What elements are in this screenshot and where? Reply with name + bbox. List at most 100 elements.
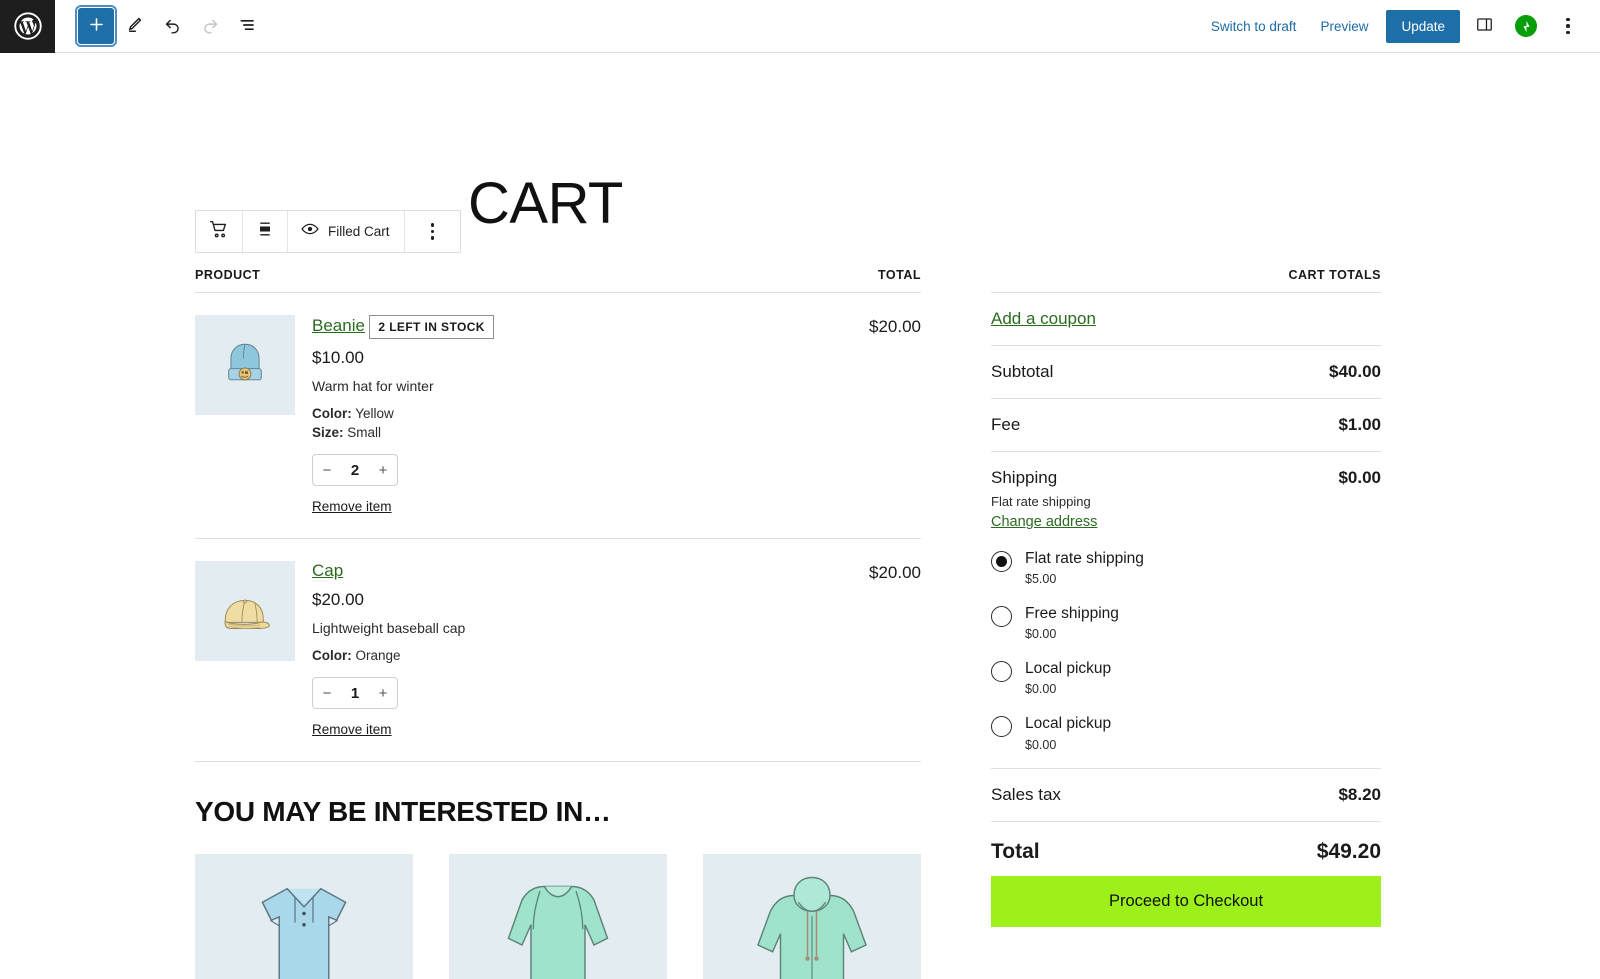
polo-shirt-thumbnail [195, 854, 413, 979]
jetpack-button[interactable] [1508, 8, 1544, 44]
table-row: Cap $20.00 Lightweight baseball cap Colo… [195, 539, 921, 762]
editor-canvas: CART [0, 53, 1600, 979]
document-overview-button[interactable] [230, 8, 266, 44]
product-description: Lightweight baseball cap [312, 620, 849, 636]
grand-total-row: Total $49.20 [991, 822, 1381, 876]
block-toolbar: Filled Cart [195, 210, 461, 253]
cross-sell-title: YOU MAY BE INTERESTED IN… [195, 796, 921, 828]
product-attribute: Color: Yellow [312, 406, 849, 421]
fee-block: Fee $1.00 [991, 399, 1381, 452]
coupon-block: Add a coupon [991, 293, 1381, 346]
proceed-to-checkout-button[interactable]: Proceed to Checkout [991, 876, 1381, 927]
attribute-value: Small [347, 425, 381, 440]
quantity-decrease-button[interactable]: − [313, 455, 341, 485]
shipping-option-cost: $0.00 [1025, 682, 1111, 696]
product-attribute: Size: Small [312, 425, 849, 440]
cart-line-items: PRODUCT TOTAL Beanie [195, 268, 921, 979]
remove-item-link[interactable]: Remove item [312, 499, 849, 514]
attribute-value: Orange [356, 648, 401, 663]
shipping-option[interactable]: Flat rate shipping $5.00 [991, 549, 1381, 586]
redo-button[interactable] [192, 8, 228, 44]
attribute-value: Yellow [355, 406, 394, 421]
shipping-option-name: Local pickup [1025, 660, 1111, 677]
shipping-radio[interactable] [991, 716, 1012, 737]
shipping-option-cost: $0.00 [1025, 627, 1119, 641]
shipping-option[interactable]: Free shipping $0.00 [991, 604, 1381, 641]
shipping-radio[interactable] [991, 551, 1012, 572]
shipping-block: Shipping $0.00 Flat rate shipping Change… [991, 452, 1381, 769]
update-button[interactable]: Update [1386, 10, 1460, 43]
pencil-icon [125, 15, 144, 37]
eye-icon [300, 219, 320, 244]
settings-sidebar-toggle[interactable] [1466, 8, 1502, 44]
attribute-label: Size: [312, 425, 344, 440]
quantity-increase-button[interactable]: + [369, 455, 397, 485]
cart-view-switcher[interactable]: Filled Cart [288, 211, 405, 252]
list-item[interactable] [195, 854, 413, 979]
beanie-thumbnail [195, 315, 295, 415]
shipping-option[interactable]: Local pickup $0.00 [991, 714, 1381, 751]
fee-value: $1.00 [1338, 415, 1381, 435]
product-name-link[interactable]: Beanie [312, 316, 365, 336]
remove-item-link[interactable]: Remove item [312, 722, 849, 737]
cart-table-header: PRODUCT TOTAL [195, 268, 921, 293]
product-unit-price: $10.00 [312, 348, 849, 368]
change-address-link[interactable]: Change address [991, 514, 1097, 530]
block-options-button[interactable] [405, 211, 461, 252]
shipping-radio[interactable] [991, 661, 1012, 682]
block-type-cart-button[interactable] [196, 211, 243, 252]
shipping-option[interactable]: Local pickup $0.00 [991, 659, 1381, 696]
jetpack-icon [1515, 15, 1537, 37]
quantity-increase-button[interactable]: + [369, 678, 397, 708]
edit-tool-button[interactable] [116, 8, 152, 44]
settings-sidebar-icon [1475, 15, 1494, 37]
line-item-total: $20.00 [849, 561, 921, 737]
total-value: $49.20 [1317, 840, 1381, 864]
undo-button[interactable] [154, 8, 190, 44]
product-unit-price: $20.00 [312, 590, 849, 610]
cart-totals-panel: CART TOTALS Add a coupon Subtotal $40.00… [991, 268, 1381, 979]
attribute-label: Color: [312, 406, 352, 421]
editor-actions-group: Switch to draft Preview Update [1199, 8, 1600, 44]
cart-block: PRODUCT TOTAL Beanie [195, 268, 1381, 979]
editor-top-bar: Switch to draft Preview Update [0, 0, 1600, 53]
attribute-label: Color: [312, 648, 352, 663]
quantity-decrease-button[interactable]: − [313, 678, 341, 708]
total-label: Total [991, 840, 1040, 864]
add-coupon-link[interactable]: Add a coupon [991, 309, 1096, 328]
hoodie-thumbnail [703, 854, 921, 979]
table-row: Beanie 2 LEFT IN STOCK $10.00 Warm hat f… [195, 293, 921, 539]
kebab-menu-icon [417, 223, 449, 240]
wordpress-logo-button[interactable] [0, 0, 55, 53]
preview-button[interactable]: Preview [1308, 13, 1380, 40]
wordpress-logo-icon [13, 11, 43, 41]
redo-arrow-icon [201, 15, 220, 37]
long-sleeve-tee-thumbnail [449, 854, 667, 979]
cart-totals-heading: CART TOTALS [991, 268, 1381, 293]
shipping-method-text: Flat rate shipping [991, 494, 1381, 509]
sales-tax-value: $8.20 [1338, 785, 1381, 805]
kebab-menu-icon [1566, 18, 1570, 35]
product-name-link[interactable]: Cap [312, 561, 343, 581]
line-item-details: Cap $20.00 Lightweight baseball cap Colo… [312, 561, 849, 737]
subtotal-value: $40.00 [1329, 362, 1381, 382]
fee-label: Fee [991, 415, 1020, 435]
shipping-radio[interactable] [991, 606, 1012, 627]
quantity-stepper: − 1 + [312, 677, 398, 709]
subtotal-label: Subtotal [991, 362, 1053, 382]
list-item[interactable] [449, 854, 667, 979]
list-item[interactable] [703, 854, 921, 979]
undo-arrow-icon [163, 15, 182, 37]
list-view-icon [238, 15, 258, 38]
shipping-option-name: Free shipping [1025, 605, 1119, 622]
editor-options-button[interactable] [1550, 8, 1586, 44]
block-align-button[interactable] [243, 211, 288, 252]
shipping-label: Shipping [991, 468, 1057, 488]
add-block-button[interactable] [78, 8, 114, 44]
product-description: Warm hat for winter [312, 378, 849, 394]
cap-thumbnail [195, 561, 295, 661]
column-header-total: TOTAL [878, 268, 921, 282]
cross-sell-section: YOU MAY BE INTERESTED IN… [195, 796, 921, 979]
switch-to-draft-button[interactable]: Switch to draft [1199, 13, 1309, 40]
shipping-option-cost: $5.00 [1025, 572, 1144, 586]
